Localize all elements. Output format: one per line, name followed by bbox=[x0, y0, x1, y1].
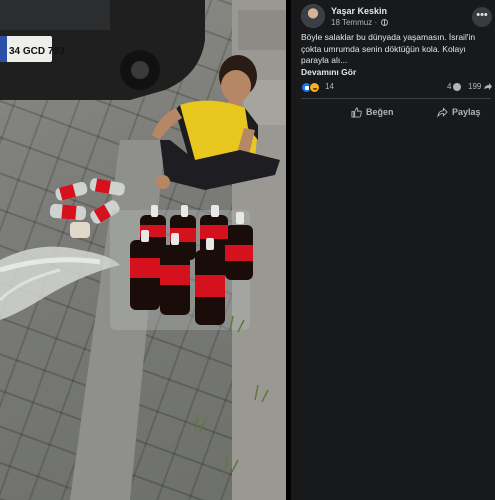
comment-count[interactable]: 4 bbox=[447, 82, 451, 91]
globe-icon bbox=[381, 19, 389, 26]
cola-bottles-full bbox=[110, 205, 253, 330]
like-button[interactable]: Beğen bbox=[351, 102, 394, 122]
reaction-count[interactable]: 14 bbox=[325, 82, 334, 91]
license-plate-text: 34 GCD 793 bbox=[9, 46, 65, 57]
like-button-label: Beğen bbox=[366, 107, 394, 117]
post-date-text[interactable]: 18 Temmuz bbox=[331, 18, 372, 27]
more-options-button[interactable]: ••• bbox=[472, 7, 492, 27]
share-count[interactable]: 199 bbox=[468, 82, 481, 91]
post-panel: Yaşar Keskin 18 Temmuz · ••• Böyle salak… bbox=[291, 0, 495, 500]
post-header: Yaşar Keskin 18 Temmuz · ••• bbox=[301, 4, 495, 30]
post-photo[interactable]: 34 GCD 793 bbox=[0, 0, 286, 500]
post-date[interactable]: 18 Temmuz · bbox=[331, 18, 389, 27]
more-icon: ••• bbox=[476, 9, 488, 21]
action-bar: Beğen Paylaş bbox=[301, 102, 491, 122]
share-count-icon[interactable] bbox=[483, 82, 493, 92]
share-button[interactable]: Paylaş bbox=[437, 102, 481, 122]
photo-scene: 34 GCD 793 bbox=[0, 0, 286, 500]
share-arrow-icon bbox=[437, 106, 448, 118]
reactions-bar: 14 4 199 bbox=[301, 81, 493, 95]
thumbs-up-icon bbox=[351, 106, 362, 118]
comment-icon[interactable] bbox=[453, 83, 461, 91]
share-button-label: Paylaş bbox=[452, 107, 481, 117]
van-grille bbox=[0, 0, 110, 30]
action-divider bbox=[301, 98, 491, 99]
see-more-link[interactable]: Devamını Gör bbox=[301, 67, 356, 77]
wall-block bbox=[238, 10, 286, 50]
post-text: Böyle salaklar bu dünyada yaşamasın. İsr… bbox=[301, 32, 476, 65]
haha-reaction-icon[interactable] bbox=[309, 82, 320, 93]
author-avatar[interactable] bbox=[301, 4, 325, 28]
author-name[interactable]: Yaşar Keskin bbox=[331, 6, 387, 16]
